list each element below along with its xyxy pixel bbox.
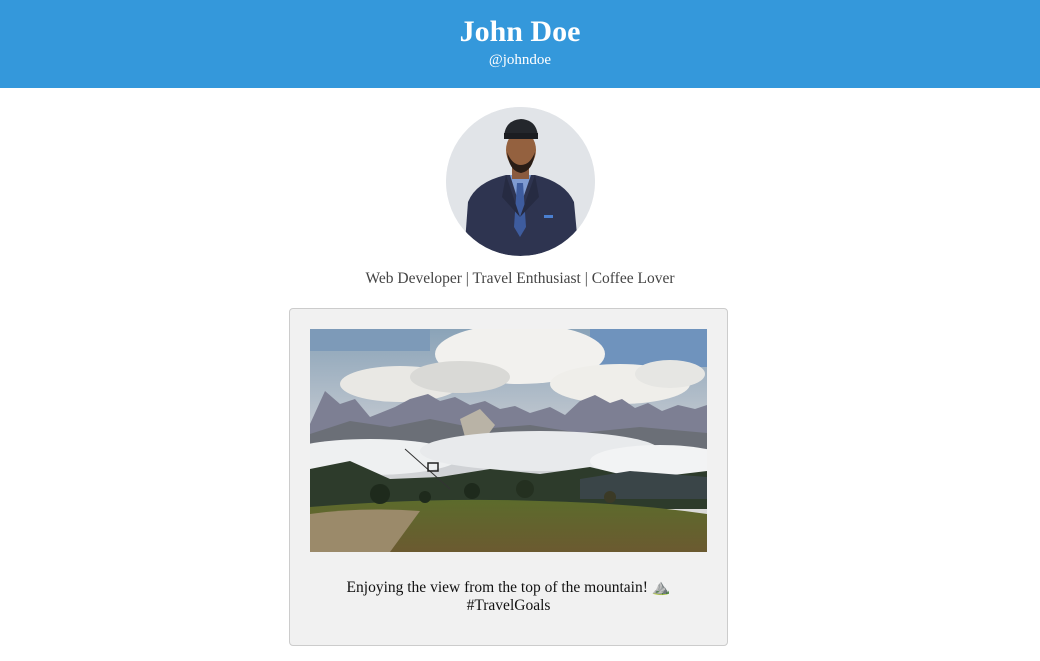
- profile-header: John Doe @johndoe: [0, 0, 1040, 88]
- profile-section: Web Developer | Travel Enthusiast | Coff…: [0, 88, 1040, 289]
- post-card: Enjoying the view from the top of the mo…: [289, 308, 728, 646]
- caption-text: Enjoying the view from the top of the mo…: [346, 579, 648, 596]
- profile-name: John Doe: [459, 15, 581, 48]
- post-caption: Enjoying the view from the top of the mo…: [290, 578, 727, 615]
- post-image[interactable]: [310, 329, 707, 552]
- caption-hashtag[interactable]: #TravelGoals: [467, 597, 551, 614]
- mountain-icon: ⛰️: [651, 578, 671, 596]
- profile-bio: Web Developer | Travel Enthusiast | Coff…: [365, 270, 675, 287]
- avatar: [445, 107, 595, 256]
- profile-handle: @johndoe: [488, 52, 552, 68]
